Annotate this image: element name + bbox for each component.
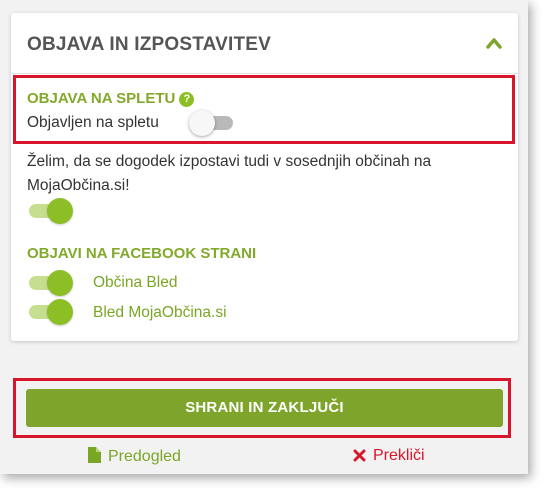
web-publish-toggle-label: Objavljen na spletu (27, 114, 159, 131)
neighbor-promote-text-1: Želim, da se dogodek izpostavi tudi v so… (27, 153, 432, 170)
facebook-page-label: Občina Bled (93, 274, 178, 291)
preview-link[interactable]: Predogled (88, 447, 181, 466)
facebook-section-label: OBJAVI NA FACEBOOK STRANI (27, 245, 257, 262)
facebook-toggle-bled-mojaobcina[interactable] (27, 299, 73, 325)
chevron-up-icon[interactable] (486, 37, 502, 49)
cancel-label: Prekliči (373, 447, 425, 464)
facebook-page-label: Bled MojaObčina.si (93, 304, 227, 321)
neighbor-promote-text-2: MojaObčina.si! (27, 177, 130, 194)
neighbor-promote-toggle[interactable] (27, 198, 73, 224)
toggle-knob (47, 299, 73, 325)
question-icon[interactable]: ? (179, 92, 195, 107)
toggle-knob (47, 198, 73, 224)
close-icon (353, 449, 366, 462)
document-icon (88, 447, 101, 463)
web-publish-toggle[interactable] (189, 110, 235, 136)
panel-header[interactable]: OBJAVA IN IZPOSTAVITEV (11, 13, 518, 74)
web-publish-label: OBJAVA NA SPLETU? (27, 90, 195, 107)
facebook-toggle-obcina-bled[interactable] (27, 270, 73, 296)
toggle-knob (189, 110, 215, 136)
panel-title: OBJAVA IN IZPOSTAVITEV (27, 34, 272, 55)
web-publish-label-text: OBJAVA NA SPLETU (27, 90, 176, 107)
preview-label: Predogled (108, 448, 181, 465)
toggle-knob (47, 270, 73, 296)
save-and-finish-button[interactable]: SHRANI IN ZAKLJUČI (26, 389, 503, 427)
cancel-link[interactable]: Prekliči (353, 447, 425, 465)
